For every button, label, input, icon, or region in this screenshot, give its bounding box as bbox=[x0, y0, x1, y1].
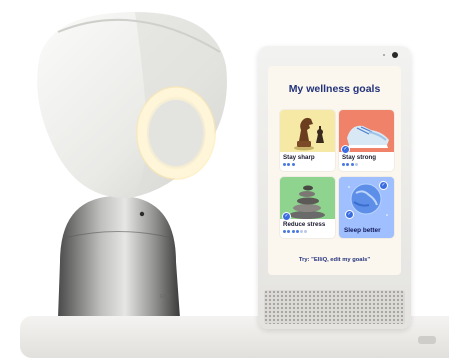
sensor-dot bbox=[383, 54, 385, 56]
goal-card-stay-sharp[interactable]: Stay sharp bbox=[280, 110, 335, 171]
goal-label: Stay strong bbox=[342, 154, 377, 161]
robot-base bbox=[58, 196, 180, 324]
speaker-grille bbox=[264, 290, 405, 324]
table-knob bbox=[418, 336, 436, 344]
page-title: My wellness goals bbox=[288, 83, 381, 95]
tablet-screen: My wellness goals Stay sharp ✓ Stay stro… bbox=[268, 66, 401, 275]
chess-knight-icon bbox=[280, 110, 335, 152]
camera-icon bbox=[392, 52, 398, 58]
scene: ElliQ My wellness goals Stay sharp ✓ Sta… bbox=[0, 0, 449, 358]
progress-dots bbox=[283, 230, 309, 233]
progress-dots bbox=[283, 163, 296, 166]
check-icon: ✓ bbox=[379, 181, 388, 190]
check-icon: ✓ bbox=[341, 145, 350, 154]
goal-label: Stay sharp bbox=[283, 154, 315, 161]
goal-label: Sleep better bbox=[344, 227, 381, 234]
progress-dots bbox=[342, 163, 359, 166]
goal-card-reduce-stress[interactable]: ✓ Reduce stress bbox=[280, 177, 335, 238]
goal-label: Reduce stress bbox=[283, 221, 326, 228]
svg-text:ElliQ: ElliQ bbox=[160, 294, 171, 300]
check-icon: ✓ bbox=[345, 210, 354, 219]
goal-card-sleep-better[interactable]: ✓ ✓ Sleep better bbox=[339, 177, 394, 238]
goal-card-stay-strong[interactable]: ✓ Stay strong bbox=[339, 110, 394, 171]
check-icon: ✓ bbox=[282, 212, 291, 221]
voice-hint: Try: "ElliQ, edit my goals" bbox=[298, 257, 371, 263]
